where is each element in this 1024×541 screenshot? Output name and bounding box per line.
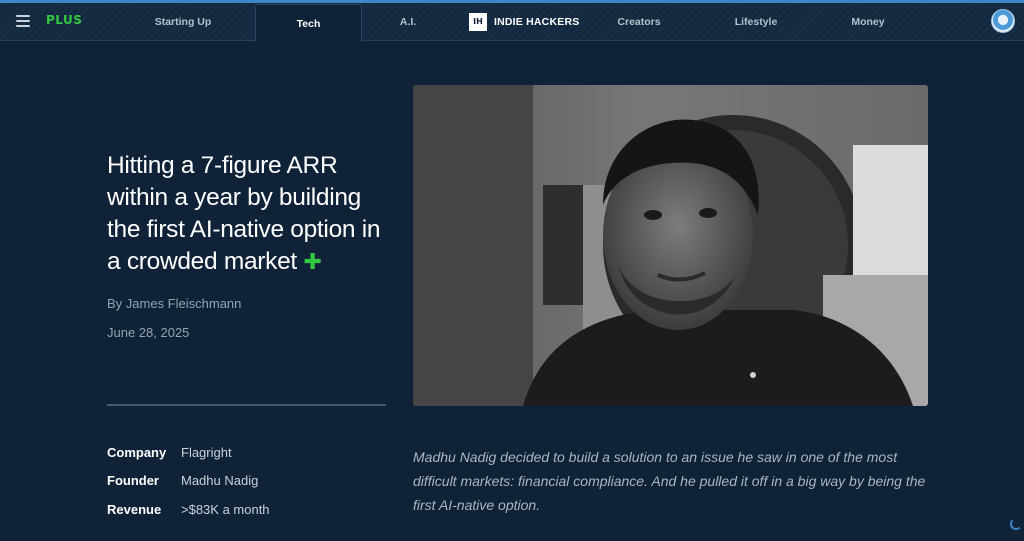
nav-tab-money[interactable]: Money [845, 3, 891, 41]
plus-badge-icon: ✚ [303, 249, 322, 274]
article-title: Hitting a 7-figure ARR within a year by … [107, 150, 397, 278]
nav-tab-ai[interactable]: A.I. [388, 3, 428, 41]
loading-spinner-icon [1010, 518, 1022, 530]
nav-tab-tech[interactable]: Tech [255, 4, 362, 42]
menu-icon[interactable] [16, 15, 30, 27]
article-date: June 28, 2025 [107, 325, 190, 340]
user-avatar-icon[interactable] [991, 9, 1015, 33]
meta-value-revenue: >$83K a month [181, 502, 270, 517]
founder-photo [413, 85, 928, 406]
meta-label-company: Company [107, 445, 167, 460]
meta-label-revenue: Revenue [107, 502, 162, 517]
top-navigation-bar: PLUS Starting Up Tech A.I. IH INDIE HACK… [0, 3, 1024, 42]
article-byline[interactable]: By James Fleischmann [107, 296, 241, 311]
indie-hackers-logo[interactable]: IH INDIE HACKERS [469, 13, 579, 31]
nav-tab-creators[interactable]: Creators [611, 3, 667, 41]
nav-tab-starting-up[interactable]: Starting Up [140, 3, 226, 41]
ih-logo-text: INDIE HACKERS [494, 16, 580, 28]
meta-label-founder: Founder [107, 473, 159, 488]
nav-tab-lifestyle[interactable]: Lifestyle [728, 3, 784, 41]
article-excerpt: Madhu Nadig decided to build a solution … [413, 449, 926, 513]
divider [107, 404, 386, 406]
meta-value-company: Flagright [181, 445, 232, 460]
ih-logo-mark: IH [469, 13, 487, 31]
meta-value-founder: Madhu Nadig [181, 473, 259, 488]
plus-logo[interactable]: PLUS [46, 13, 82, 27]
article-title-text: Hitting a 7-figure ARR within a year by … [107, 152, 381, 275]
